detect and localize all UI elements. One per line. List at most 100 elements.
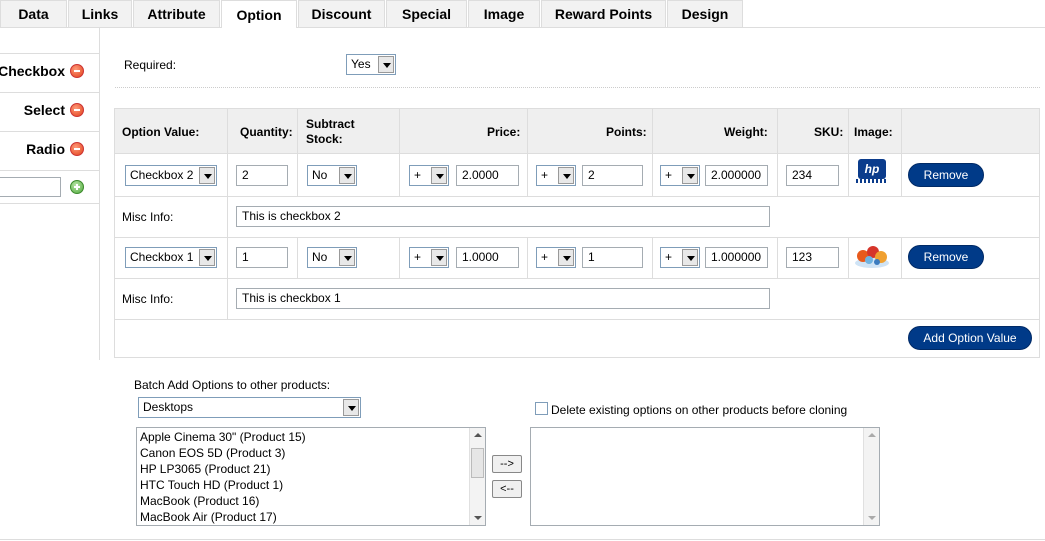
option-value-text: Checkbox 1: [130, 250, 194, 264]
points-prefix-select[interactable]: +: [536, 165, 576, 186]
scroll-up-icon[interactable]: [868, 433, 876, 437]
header-image: Image:: [854, 124, 893, 139]
header-option-value: Option Value:: [122, 124, 200, 139]
divider: [115, 87, 1040, 88]
price-input[interactable]: 1.0000: [456, 247, 519, 268]
price-prefix-select[interactable]: +: [409, 165, 449, 186]
quantity-input[interactable]: 1: [236, 247, 288, 268]
tab-reward-points[interactable]: Reward Points: [541, 0, 666, 27]
tab-attribute[interactable]: Attribute: [133, 0, 220, 27]
category-select[interactable]: Desktops: [138, 397, 361, 418]
delete-existing-label: Delete existing options on other product…: [551, 403, 848, 417]
selected-product-list[interactable]: [530, 427, 880, 526]
price-prefix-value: +: [414, 168, 422, 182]
add-option-input[interactable]: [0, 177, 61, 197]
tab-discount[interactable]: Discount: [298, 0, 385, 27]
chevron-down-icon: [558, 167, 574, 184]
scroll-down-icon[interactable]: [868, 516, 876, 520]
tab-links[interactable]: Links: [68, 0, 132, 27]
option-tab-radio[interactable]: Radio: [0, 131, 100, 165]
sku-input[interactable]: 234: [786, 165, 839, 186]
option-value-text: Checkbox 2: [130, 168, 194, 182]
scrollbar[interactable]: [469, 428, 485, 525]
tab-special[interactable]: Special: [386, 0, 467, 27]
header-subtract-stock: Subtract Stock:: [306, 109, 355, 154]
weight-prefix-select[interactable]: +: [660, 165, 700, 186]
misc-info-input[interactable]: This is checkbox 1: [236, 288, 770, 309]
tab-image[interactable]: Image: [468, 0, 540, 27]
remove-icon[interactable]: [70, 63, 84, 78]
option-value-select[interactable]: Checkbox 2: [125, 165, 217, 186]
divider: [848, 155, 849, 196]
remove-button[interactable]: Remove: [908, 245, 984, 269]
option-tab-label: Select: [23, 101, 65, 118]
option-tab-checkbox[interactable]: Checkbox: [0, 53, 100, 87]
divider: [901, 237, 902, 278]
add-option-value-button[interactable]: Add Option Value: [908, 326, 1032, 350]
scrollbar[interactable]: [863, 428, 879, 525]
list-item[interactable]: HTC Touch HD (Product 1): [140, 478, 283, 492]
tab-option[interactable]: Option: [221, 0, 297, 28]
option-values-table: Option Value: Quantity: Subtract Stock: …: [114, 108, 1040, 358]
option-value-select[interactable]: Checkbox 1: [125, 247, 217, 268]
option-tab-select[interactable]: Select: [0, 92, 100, 126]
points-prefix-select[interactable]: +: [536, 247, 576, 268]
fruit-thumbnail[interactable]: [853, 243, 891, 269]
remove-icon[interactable]: [70, 102, 84, 117]
divider: [399, 237, 400, 278]
list-item[interactable]: HP LP3065 (Product 21): [140, 462, 271, 476]
scroll-thumb[interactable]: [471, 448, 484, 478]
points-input[interactable]: 2: [582, 165, 643, 186]
add-products-button[interactable]: -->: [492, 455, 522, 473]
divider: [901, 109, 902, 155]
weight-input[interactable]: 2.000000: [705, 165, 768, 186]
price-prefix-select[interactable]: +: [409, 247, 449, 268]
chevron-down-icon: [431, 167, 447, 184]
tab-design[interactable]: Design: [667, 0, 743, 27]
delete-existing-checkbox[interactable]: [535, 402, 548, 415]
remove-button[interactable]: Remove: [908, 163, 984, 187]
divider: [527, 237, 528, 278]
sku-input[interactable]: 123: [786, 247, 839, 268]
divider: [527, 155, 528, 196]
list-item[interactable]: Canon EOS 5D (Product 3): [140, 446, 285, 460]
required-value: Yes: [351, 57, 371, 71]
subtract-select[interactable]: No: [307, 247, 357, 268]
list-item[interactable]: Apple Cinema 30" (Product 15): [140, 430, 306, 444]
misc-info-input[interactable]: This is checkbox 2: [236, 206, 770, 227]
option-tab-label: Checkbox: [0, 62, 65, 79]
chevron-down-icon: [682, 249, 698, 266]
weight-prefix-select[interactable]: +: [660, 247, 700, 268]
weight-prefix-value: +: [665, 250, 673, 264]
scroll-up-icon[interactable]: [474, 433, 482, 437]
tab-bar: Data Links Attribute Option Discount Spe…: [0, 0, 1045, 28]
header-quantity: Quantity:: [240, 124, 293, 139]
subtract-value: No: [312, 168, 328, 182]
scroll-down-icon[interactable]: [474, 516, 482, 520]
remove-icon[interactable]: [70, 141, 84, 156]
subtract-select[interactable]: No: [307, 165, 357, 186]
tab-data[interactable]: Data: [0, 0, 67, 27]
list-item[interactable]: MacBook (Product 16): [140, 494, 259, 508]
required-select[interactable]: Yes: [346, 54, 396, 75]
logo-underline: [856, 179, 888, 183]
batch-add-label: Batch Add Options to other products:: [134, 378, 331, 392]
category-value: Desktops: [143, 400, 194, 414]
quantity-input[interactable]: 2: [236, 165, 288, 186]
divider: [115, 237, 1039, 238]
list-item[interactable]: MacBook Air (Product 17): [140, 510, 277, 524]
chevron-down-icon: [682, 167, 698, 184]
chevron-down-icon: [339, 167, 355, 184]
weight-input[interactable]: 1.000000: [705, 247, 768, 268]
points-prefix-value: +: [541, 168, 549, 182]
divider: [115, 319, 1039, 320]
product-list[interactable]: Apple Cinema 30" (Product 15) Canon EOS …: [136, 427, 486, 526]
remove-products-button[interactable]: <--: [492, 480, 522, 498]
points-input[interactable]: 1: [582, 247, 643, 268]
add-icon[interactable]: [70, 180, 84, 194]
hp-logo-thumbnail[interactable]: hp: [856, 159, 888, 185]
divider: [297, 109, 298, 155]
divider: [399, 109, 400, 155]
chevron-down-icon: [199, 249, 215, 266]
price-input[interactable]: 2.0000: [456, 165, 519, 186]
